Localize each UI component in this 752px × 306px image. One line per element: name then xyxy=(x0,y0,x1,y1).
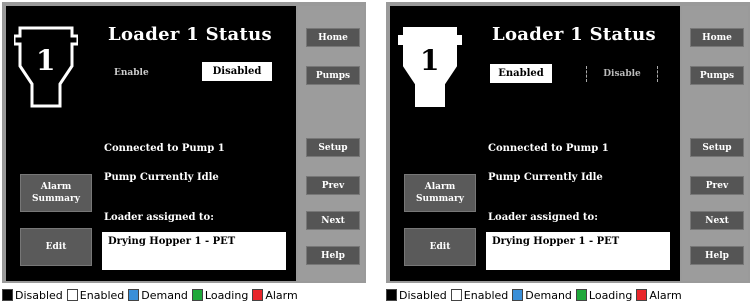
loader-number: 1 xyxy=(420,44,440,77)
legend-swatch-loading xyxy=(575,289,587,301)
nav-sidebar: Home Pumps Setup Prev Next Help xyxy=(682,6,748,281)
legend-swatch-alarm xyxy=(252,289,264,301)
legend-item: Alarm xyxy=(252,288,298,302)
assigned-label: Loader assigned to: xyxy=(488,212,598,223)
pumps-button[interactable]: Pumps xyxy=(690,66,744,85)
legend-label: Demand xyxy=(525,288,572,302)
legend-label: Disabled xyxy=(399,288,447,302)
edit-button[interactable]: Edit xyxy=(404,228,476,266)
legend-label: Loading xyxy=(588,288,633,302)
legend-label: Disabled xyxy=(15,288,63,302)
legend-swatch-disabled xyxy=(2,289,13,301)
status-panel: 1 Loader 1 Status Enable Disabled Connec… xyxy=(6,6,296,281)
legend-label: Loading xyxy=(204,288,249,302)
connected-pump-text: Connected to Pump 1 xyxy=(488,143,609,154)
status-disabled-box[interactable]: Disabled xyxy=(202,62,272,81)
status-panel: 1 Loader 1 Status Enabled Disable Connec… xyxy=(390,6,680,281)
legend-item: Disabled xyxy=(386,289,447,302)
setup-button[interactable]: Setup xyxy=(690,138,744,157)
enable-option[interactable]: Enable xyxy=(114,68,149,78)
legend-swatch-demand xyxy=(512,289,524,301)
loader-status-screen-enabled: 1 Loader 1 Status Enabled Disable Connec… xyxy=(386,2,750,283)
pump-status-text: Pump Currently Idle xyxy=(488,172,603,183)
legend-item: Loading xyxy=(575,288,633,302)
connected-pump-text: Connected to Pump 1 xyxy=(104,143,225,154)
prev-button[interactable]: Prev xyxy=(690,176,744,195)
legend-label: Enabled xyxy=(79,288,125,302)
legend-item: Loading xyxy=(191,288,249,302)
legend-label: Demand xyxy=(141,288,188,302)
nav-sidebar: Home Pumps Setup Prev Next Help xyxy=(298,6,364,281)
loader-number: 1 xyxy=(36,44,56,77)
legend-swatch-alarm xyxy=(636,289,648,301)
legend-swatch-demand xyxy=(128,289,140,301)
page-title: Loader 1 Status xyxy=(108,24,272,45)
legend-label: Enabled xyxy=(463,288,509,302)
page-title: Loader 1 Status xyxy=(492,24,656,45)
legend-label: Alarm xyxy=(649,288,682,302)
assigned-value: Drying Hopper 1 - PET xyxy=(102,232,286,270)
home-button[interactable]: Home xyxy=(306,28,360,47)
legend-swatch-enabled xyxy=(450,289,462,301)
alarm-summary-button[interactable]: Alarm Summary xyxy=(404,174,476,212)
legend-swatch-disabled xyxy=(386,289,397,301)
color-legend: Disabled Enabled Demand Loading Alarm xyxy=(386,287,686,303)
next-button[interactable]: Next xyxy=(306,211,360,230)
alarm-summary-button[interactable]: Alarm Summary xyxy=(20,174,92,212)
legend-item: Enabled xyxy=(66,288,125,302)
legend-swatch-loading xyxy=(191,289,203,301)
assigned-value: Drying Hopper 1 - PET xyxy=(486,232,670,270)
legend-item: Enabled xyxy=(450,288,509,302)
loader-status-screen-disabled: 1 Loader 1 Status Enable Disabled Connec… xyxy=(2,2,366,283)
disable-option[interactable]: Disable xyxy=(586,66,658,82)
legend-item: Alarm xyxy=(636,288,682,302)
home-button[interactable]: Home xyxy=(690,28,744,47)
edit-button[interactable]: Edit xyxy=(20,228,92,266)
legend-swatch-enabled xyxy=(66,289,78,301)
color-legend: Disabled Enabled Demand Loading Alarm xyxy=(2,287,302,303)
status-enabled-box[interactable]: Enabled xyxy=(490,64,552,83)
prev-button[interactable]: Prev xyxy=(306,176,360,195)
legend-item: Disabled xyxy=(2,289,63,302)
legend-item: Demand xyxy=(512,289,572,302)
help-button[interactable]: Help xyxy=(690,246,744,265)
next-button[interactable]: Next xyxy=(690,211,744,230)
legend-item: Demand xyxy=(128,289,188,302)
legend-label: Alarm xyxy=(265,288,298,302)
setup-button[interactable]: Setup xyxy=(306,138,360,157)
pumps-button[interactable]: Pumps xyxy=(306,66,360,85)
pump-status-text: Pump Currently Idle xyxy=(104,172,219,183)
help-button[interactable]: Help xyxy=(306,246,360,265)
assigned-label: Loader assigned to: xyxy=(104,212,214,223)
